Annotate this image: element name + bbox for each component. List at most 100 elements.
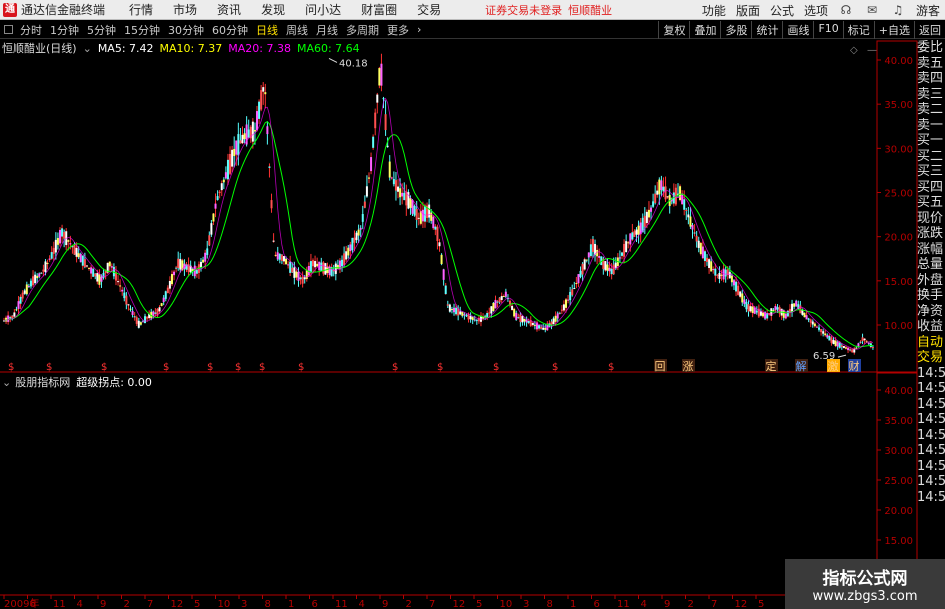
menu-wealth-circle[interactable]: 财富圈	[361, 1, 397, 18]
period-5min[interactable]: 5分钟	[87, 22, 116, 38]
candle-body	[158, 307, 161, 312]
quote-panel-item[interactable]: 买五	[917, 195, 945, 211]
quote-panel-item[interactable]: 买一	[917, 133, 945, 149]
sub-axis-label: 30.00	[884, 446, 913, 457]
quote-panel-item[interactable]: 换手	[917, 288, 945, 304]
quote-panel-item[interactable]: 收益	[917, 319, 945, 335]
btn-add-watch[interactable]: +自选	[873, 21, 914, 39]
quote-panel-item[interactable]: 14:56	[917, 397, 945, 413]
candle-body	[11, 315, 14, 319]
menu-layout[interactable]: 版面	[736, 2, 760, 19]
quote-panel-item[interactable]: 净资	[917, 304, 945, 320]
menu-options[interactable]: 选项	[804, 2, 828, 19]
x-axis-label: 5	[194, 599, 200, 609]
candle-body	[747, 304, 750, 312]
candle-body	[604, 261, 607, 271]
quote-panel-item[interactable]: 14:56	[917, 490, 945, 506]
quote-panel-item[interactable]: 买四	[917, 180, 945, 196]
candle-body	[301, 276, 304, 284]
candle-body	[656, 190, 659, 195]
quote-panel-item[interactable]: 交易	[917, 350, 945, 366]
period-weekly[interactable]: 周线	[286, 22, 308, 38]
quote-panel-item[interactable]: 现价	[917, 211, 945, 227]
candle-body	[859, 341, 862, 343]
quote-panel-item[interactable]: 卖二	[917, 102, 945, 118]
period-daily[interactable]: 日线	[256, 22, 278, 38]
menu-market[interactable]: 市场	[173, 1, 197, 18]
btn-draw[interactable]: 画线	[782, 21, 813, 39]
candle-body	[676, 193, 679, 195]
period-multi[interactable]: 多周期	[346, 22, 379, 38]
btn-adjust[interactable]: 复权	[658, 21, 689, 39]
candle-body	[222, 179, 225, 183]
period-1min[interactable]: 1分钟	[50, 22, 79, 38]
quote-panel-item[interactable]: 14:56	[917, 428, 945, 444]
quote-panel-item[interactable]: 14:56	[917, 381, 945, 397]
indicator-name[interactable]: 股朋指标网	[15, 374, 70, 390]
quote-panel-item[interactable]: 自动	[917, 335, 945, 351]
period-intraday[interactable]: 分时	[20, 22, 42, 38]
period-15min[interactable]: 15分钟	[124, 22, 160, 38]
menu-function[interactable]: 功能	[702, 2, 726, 19]
dividend-marker-icon: $	[259, 362, 265, 373]
btn-f10[interactable]: F10	[813, 21, 842, 39]
mail-icon[interactable]: ✉	[864, 3, 880, 17]
quote-panel-item[interactable]: 总量	[917, 257, 945, 273]
quote-panel-item[interactable]: 外盘	[917, 273, 945, 289]
dividend-marker-icon: $	[437, 362, 443, 373]
period-more[interactable]: 更多	[387, 22, 409, 38]
candle-body	[311, 260, 314, 267]
btn-stats[interactable]: 统计	[751, 21, 782, 39]
menu-trade[interactable]: 交易	[417, 1, 441, 18]
quote-panel-item[interactable]: 14:56	[917, 412, 945, 428]
candle-body	[826, 335, 829, 338]
btn-multi[interactable]: 多股	[720, 21, 751, 39]
stock-title[interactable]: 恒顺醋业(日线)	[2, 40, 77, 56]
quote-panel-item[interactable]: 买二	[917, 149, 945, 165]
quote-panel-item[interactable]: 14:56	[917, 366, 945, 382]
layout-toggle-icon[interactable]	[4, 25, 13, 34]
guest-button[interactable]: 游客	[916, 2, 940, 19]
menu-ask[interactable]: 问小达	[305, 1, 341, 18]
candle-body	[793, 303, 796, 307]
period-60min[interactable]: 60分钟	[212, 22, 248, 38]
btn-mark[interactable]: 标记	[842, 21, 874, 39]
btn-back[interactable]: 返回	[914, 21, 945, 39]
candle-body	[133, 316, 136, 318]
quote-panel-item[interactable]: 14:56	[917, 474, 945, 490]
quote-panel-item[interactable]: 卖三	[917, 87, 945, 103]
bell-icon[interactable]: ♫	[890, 3, 906, 17]
quote-panel-item[interactable]: 14:56	[917, 443, 945, 459]
candle-body	[245, 124, 248, 145]
candle-body	[384, 114, 387, 131]
candle-body	[256, 111, 259, 131]
quote-panel-item[interactable]: 卖五	[917, 56, 945, 72]
btn-overlay[interactable]: 叠加	[689, 21, 720, 39]
indicator-dropdown-icon[interactable]: ⌄	[2, 376, 11, 389]
chevron-right-icon[interactable]: ›	[417, 23, 421, 36]
period-monthly[interactable]: 月线	[316, 22, 338, 38]
kline-chart[interactable]: 40.00 35.00 30.00 25.00 20.00 15.00 10.00 40.00…	[0, 0, 945, 609]
quote-panel-item[interactable]: 卖一	[917, 118, 945, 134]
menu-discover[interactable]: 发现	[261, 1, 285, 18]
quote-panel-item[interactable]: 卖四	[917, 71, 945, 87]
quote-panel-item[interactable]: 涨幅	[917, 242, 945, 258]
dropdown-icon[interactable]: ⌄	[83, 42, 92, 55]
candle-body	[720, 274, 723, 276]
login-warning[interactable]: 证券交易未登录	[485, 2, 562, 18]
login-stock[interactable]: 恒顺醋业	[568, 2, 612, 18]
menu-formula[interactable]: 公式	[770, 2, 794, 19]
menu-market-quotes[interactable]: 行情	[129, 1, 153, 18]
menu-news[interactable]: 资讯	[217, 1, 241, 18]
candle-body	[440, 254, 443, 265]
quote-panel-item[interactable]: 委比	[917, 40, 945, 56]
period-30min[interactable]: 30分钟	[168, 22, 204, 38]
candle-body	[421, 209, 424, 222]
quote-panel-item[interactable]: 涨跌	[917, 226, 945, 242]
candle-body	[179, 258, 182, 270]
quote-panel-item[interactable]: 买三	[917, 164, 945, 180]
quote-panel-item[interactable]: 14:56	[917, 459, 945, 475]
candle-body	[749, 306, 752, 312]
headset-icon[interactable]: ☊	[838, 3, 854, 17]
candle-body	[602, 258, 605, 270]
